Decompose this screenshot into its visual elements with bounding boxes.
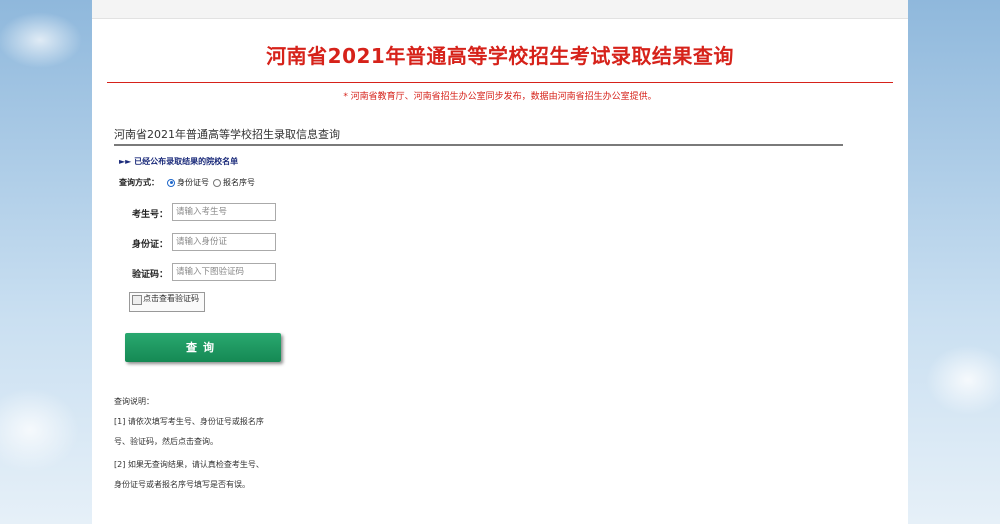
id-number-input[interactable] (172, 233, 276, 251)
help-title: 查询说明： (114, 397, 154, 406)
exam-no-input[interactable] (172, 203, 276, 221)
help-line: 身份证号或者报名序号填写是否有误。 (114, 480, 250, 489)
radio-id-number-label: 身份证号 (177, 178, 209, 187)
captcha-alt-text: 点击查看验证码 (143, 294, 199, 303)
radio-selected-icon[interactable] (167, 178, 175, 187)
help-line: 号、验证码，然后点击查询。 (114, 437, 218, 446)
radio-unselected-icon[interactable] (213, 178, 221, 187)
radio-id-number[interactable]: 身份证号 (167, 177, 209, 188)
background-left (0, 0, 92, 524)
page-container: 河南省2021年普通高等学校招生考试录取结果查询 * 河南省教育厅、河南省招生办… (92, 0, 908, 524)
title-divider (107, 82, 893, 83)
query-mode-label: 查询方式： (119, 178, 159, 187)
help-line: [1] 请依次填写考生号、身份证号或报名序 (114, 417, 264, 426)
captcha-image[interactable]: 点击查看验证码 (129, 292, 205, 312)
exam-no-label: 考生号： (132, 210, 169, 220)
school-list-link[interactable]: ►► 已经公布录取结果的院校名单 (119, 156, 238, 167)
captcha-input[interactable] (172, 263, 276, 281)
section-title: 河南省2021年普通高等学校招生录取信息查询 (114, 128, 340, 141)
submit-query-button[interactable]: 查询 (125, 333, 281, 362)
source-notice: * 河南省教育厅、河南省招生办公室同步发布，数据由河南省招生办公室提供。 (343, 92, 657, 102)
broken-image-icon (132, 295, 142, 305)
section-divider (114, 144, 843, 146)
radio-registration-number[interactable]: 报名序号 (213, 177, 255, 188)
page-title: 河南省2021年普通高等学校招生考试录取结果查询 (266, 44, 734, 68)
top-bar (92, 0, 908, 19)
background-right (908, 0, 1000, 524)
query-mode-group: 查询方式： 身份证号 报名序号 (119, 177, 259, 188)
help-line: [2] 如果无查询结果，请认真检查考生号、 (114, 460, 264, 469)
id-number-label: 身份证： (132, 240, 169, 250)
radio-registration-number-label: 报名序号 (223, 178, 255, 187)
captcha-label: 验证码： (132, 270, 169, 280)
